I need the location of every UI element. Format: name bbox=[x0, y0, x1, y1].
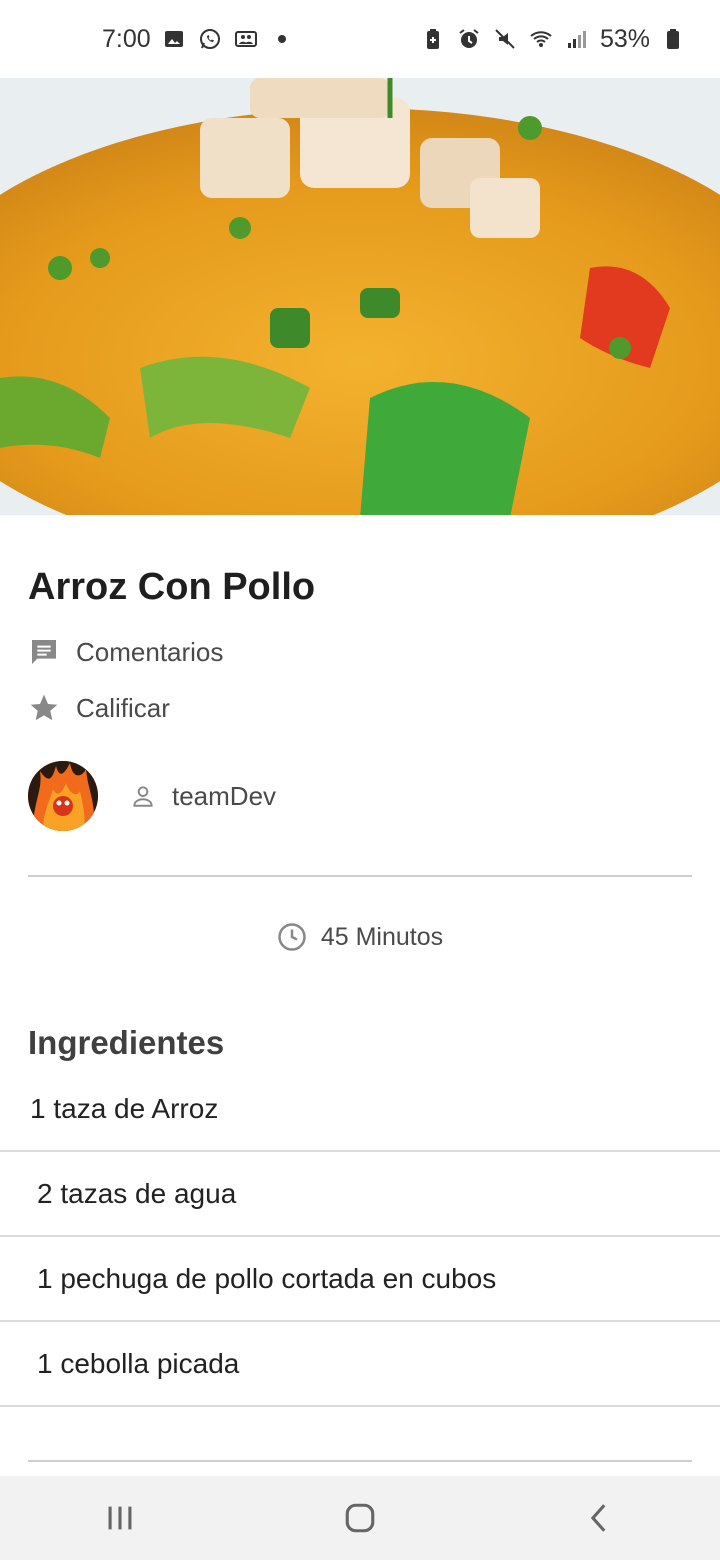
navigation-bar bbox=[0, 1476, 720, 1560]
author-row: teamDev bbox=[28, 761, 276, 831]
list-item: 2 tazas de agua bbox=[0, 1152, 720, 1237]
divider bbox=[28, 875, 692, 877]
battery-saver-icon bbox=[420, 26, 446, 52]
recipe-image bbox=[0, 78, 720, 515]
alarm-icon bbox=[456, 26, 482, 52]
home-icon bbox=[345, 1503, 375, 1533]
gallery-icon bbox=[161, 26, 187, 52]
star-icon bbox=[30, 694, 58, 721]
mute-icon bbox=[492, 26, 518, 52]
cook-time: 45 Minutos bbox=[0, 922, 720, 952]
recent-apps-icon bbox=[108, 1506, 132, 1530]
recent-apps-button[interactable] bbox=[80, 1488, 160, 1548]
clock: 7:00 bbox=[102, 24, 151, 53]
list-item: 1 pechuga de pollo cortada en cubos bbox=[0, 1237, 720, 1322]
list-item: 1 cebolla picada bbox=[0, 1322, 720, 1407]
list-item: 1 taza de Arroz bbox=[0, 1067, 720, 1152]
comment-icon bbox=[32, 640, 56, 664]
whatsapp-icon bbox=[197, 26, 223, 52]
battery-icon bbox=[660, 26, 686, 52]
rate-label: Calificar bbox=[76, 692, 170, 723]
clock-icon bbox=[278, 923, 306, 951]
comments-label: Comentarios bbox=[76, 636, 224, 667]
person-icon bbox=[133, 786, 153, 807]
back-icon bbox=[590, 1504, 606, 1532]
signal-icon bbox=[564, 26, 590, 52]
status-right: 53% bbox=[420, 25, 686, 54]
recipe-title: Arroz Con Pollo bbox=[28, 566, 316, 608]
ingredients-title: Ingredientes bbox=[28, 1024, 225, 1061]
dot-icon bbox=[269, 26, 295, 52]
battery-percent: 53% bbox=[599, 24, 650, 53]
status-left: 7:00 bbox=[102, 25, 295, 54]
author-name[interactable]: teamDev bbox=[130, 781, 276, 812]
wifi-icon bbox=[528, 26, 554, 52]
ingredients-list: 1 taza de Arroz 2 tazas de agua 1 pechug… bbox=[0, 1067, 720, 1407]
status-bar: 7:00 53% bbox=[0, 0, 720, 78]
home-button[interactable] bbox=[320, 1488, 400, 1548]
divider bbox=[28, 1460, 692, 1462]
cook-time-label: 45 Minutos bbox=[320, 922, 444, 951]
teams-icon bbox=[233, 26, 259, 52]
comments-button[interactable]: Comentarios bbox=[28, 636, 223, 668]
author-label: teamDev bbox=[172, 780, 277, 811]
back-button[interactable] bbox=[560, 1488, 640, 1548]
rate-button[interactable]: Calificar bbox=[28, 692, 170, 724]
avatar[interactable] bbox=[28, 761, 98, 831]
